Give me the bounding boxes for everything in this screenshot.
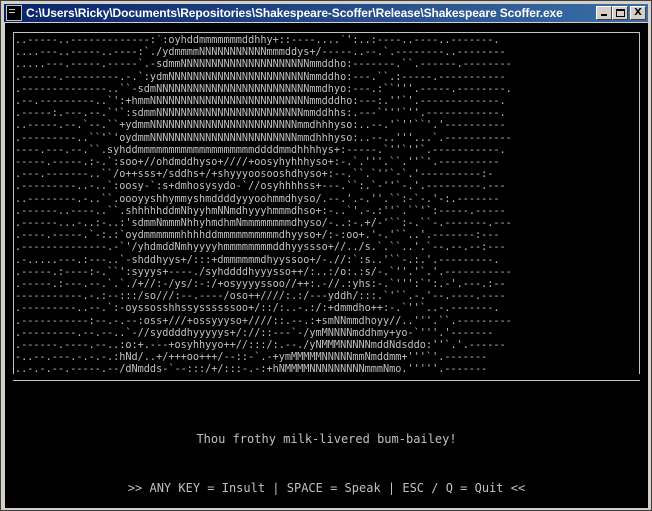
maximize-icon <box>616 9 625 17</box>
title-bar-buttons: X <box>596 6 646 20</box>
art-frame-top <box>13 32 640 33</box>
close-icon: X <box>634 7 642 18</box>
maximize-button[interactable] <box>612 6 628 20</box>
art-frame-left <box>13 32 14 374</box>
shakespeare-ascii-portrait: ..-----..-------------:`:oyhddmmmmmmmddh… <box>15 35 512 376</box>
title-bar[interactable]: C:\Users\Ricky\Documents\Repositories\Sh… <box>4 4 648 22</box>
minimize-icon <box>601 14 607 16</box>
insult-text: Thou frothy milk-livered bum-bailey! <box>196 432 457 446</box>
minimize-button[interactable] <box>596 6 612 20</box>
console-app-icon[interactable] <box>6 5 22 21</box>
console-area[interactable]: ..-----..-------------:`:oyhddmmmmmmmddh… <box>5 23 648 508</box>
key-help-text: >> ANY KEY = Insult | SPACE = Speak | ES… <box>127 481 526 495</box>
art-divider <box>13 380 640 381</box>
window-title: C:\Users\Ricky\Documents\Repositories\Sh… <box>26 6 563 20</box>
close-button[interactable]: X <box>630 6 646 20</box>
console-window: C:\Users\Ricky\Documents\Repositories\Sh… <box>0 0 652 511</box>
